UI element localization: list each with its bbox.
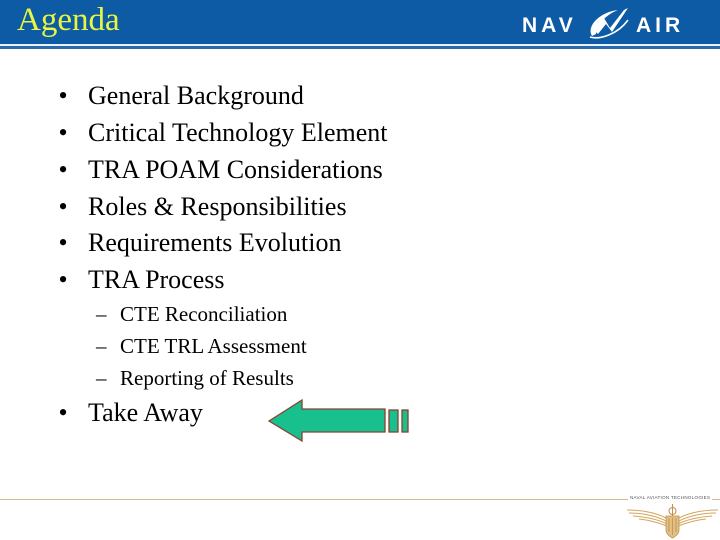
arrow-body [267,398,386,443]
header-divider-blue [0,46,720,49]
agenda-subitem-label: CTE Reconciliation [120,302,288,326]
naval-aviator-wings-icon [626,504,719,539]
bullet-icon: • [58,118,68,147]
agenda-subitem-label: Reporting of Results [120,366,294,390]
bullet-icon: • [58,398,68,427]
footer-caption: NAVAL AVIATION TECHNOLOGIES [630,495,711,500]
bullet-icon: • [58,228,68,257]
agenda-item-label: Roles & Responsibilities [88,192,347,221]
left-arrow-icon [267,398,409,443]
navair-swoosh-icon [589,8,629,39]
agenda-subitem-label: CTE TRL Assessment [120,334,307,358]
agenda-item-label: Requirements Evolution [88,228,342,257]
logo-text-left: NAV [522,14,577,37]
dash-icon: – [96,302,107,326]
dash-icon: – [96,366,107,390]
bullet-icon: • [58,265,68,294]
bullet-icon: • [58,155,68,184]
arrow-tail-bar [401,409,409,433]
agenda-item-label: TRA Process [88,265,225,294]
agenda-item-label: General Background [88,81,304,110]
dash-icon: – [96,334,107,358]
footer-divider-end [712,499,720,500]
agenda-item-label: Take Away [88,398,203,427]
bullet-icon: • [58,192,68,221]
footer-divider [0,499,628,500]
logo-text-right: AIR [636,14,684,37]
bullet-icon: • [58,81,68,110]
navair-logo: NAV AIR [522,8,684,39]
agenda-item-label: Critical Technology Element [88,118,388,147]
arrow-tail-bar [388,409,399,433]
slide-title: Agenda [17,2,120,38]
agenda-item-label: TRA POAM Considerations [88,155,383,184]
